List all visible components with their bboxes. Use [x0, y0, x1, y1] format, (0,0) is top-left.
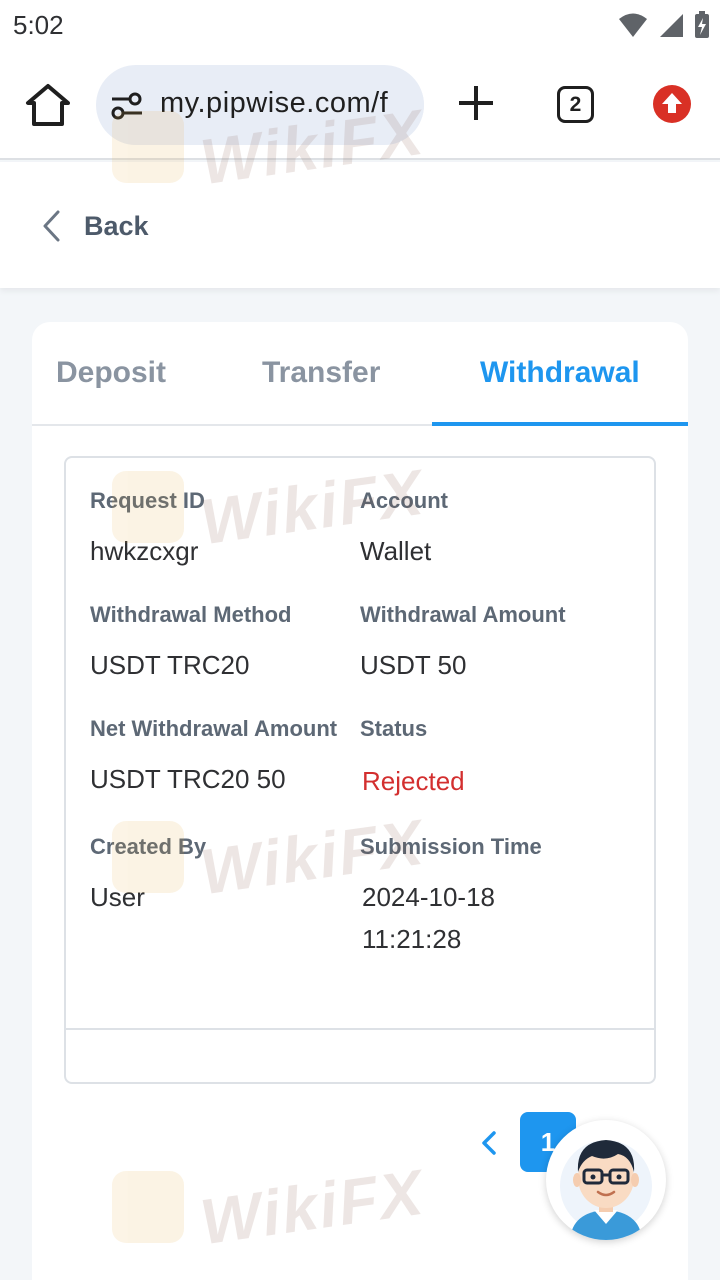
tab-deposit[interactable]: Deposit: [56, 356, 166, 390]
account-label: Account: [360, 488, 448, 513]
update-badge-icon[interactable]: [653, 85, 691, 123]
submission-time-label: Submission Time: [360, 834, 542, 859]
withdrawal-method-label: Withdrawal Method: [90, 602, 292, 627]
status-badge: Rejected: [362, 766, 465, 796]
request-id-value: hwkzcxgr: [90, 536, 199, 566]
home-icon[interactable]: [24, 82, 72, 128]
url-fade: [390, 65, 424, 145]
back-button[interactable]: Back: [40, 206, 149, 246]
created-by-label: Created By: [90, 834, 207, 859]
net-withdrawal-amount-label: Net Withdrawal Amount: [90, 716, 338, 741]
battery-icon: [695, 11, 709, 38]
cartoon-avatar-icon: [560, 1140, 652, 1240]
address-bar[interactable]: my.pipwise.com/f: [96, 65, 424, 145]
signal-icon: [660, 14, 683, 37]
site-settings-icon[interactable]: [110, 91, 144, 121]
previous-page-icon[interactable]: [480, 1130, 498, 1156]
request-id-label: Request ID: [90, 488, 205, 513]
status-time: 5:02: [13, 10, 64, 40]
withdrawal-amount-value: USDT 50: [360, 650, 467, 680]
status-label: Status: [360, 716, 428, 741]
new-tab-icon[interactable]: [456, 83, 496, 123]
browser-toolbar: my.pipwise.com/f 2: [0, 52, 720, 160]
tab-withdrawal[interactable]: Withdrawal: [480, 356, 640, 390]
created-by-value: User: [90, 882, 145, 912]
status-icons: [618, 10, 710, 40]
support-chat-avatar[interactable]: [546, 1120, 666, 1240]
withdrawal-amount-label: Withdrawal Amount: [360, 602, 566, 627]
wifi-icon: [619, 13, 647, 37]
arrow-up-icon: [662, 93, 682, 113]
net-withdrawal-amount-value: USDT TRC20 50: [90, 764, 286, 794]
record-divider: [66, 1028, 654, 1030]
withdrawal-method-value: USDT TRC20: [90, 650, 250, 680]
status-bar: 5:02: [0, 0, 720, 52]
tab-transfer[interactable]: Transfer: [262, 356, 380, 390]
tab-switcher-button[interactable]: 2: [557, 86, 594, 123]
page-header: Back: [0, 162, 720, 288]
withdrawal-record: Request ID hwkzcxgr Account Wallet Withd…: [64, 456, 656, 1084]
transaction-tabs: Deposit Transfer Withdrawal: [32, 322, 688, 426]
account-value: Wallet: [360, 536, 432, 566]
back-label[interactable]: Back: [84, 211, 149, 242]
active-tab-indicator: [432, 422, 688, 426]
submission-time-value: 2024-10-18 11:21:28: [362, 882, 495, 954]
url-text[interactable]: my.pipwise.com/f: [160, 87, 388, 120]
chevron-left-icon: [43, 210, 60, 242]
